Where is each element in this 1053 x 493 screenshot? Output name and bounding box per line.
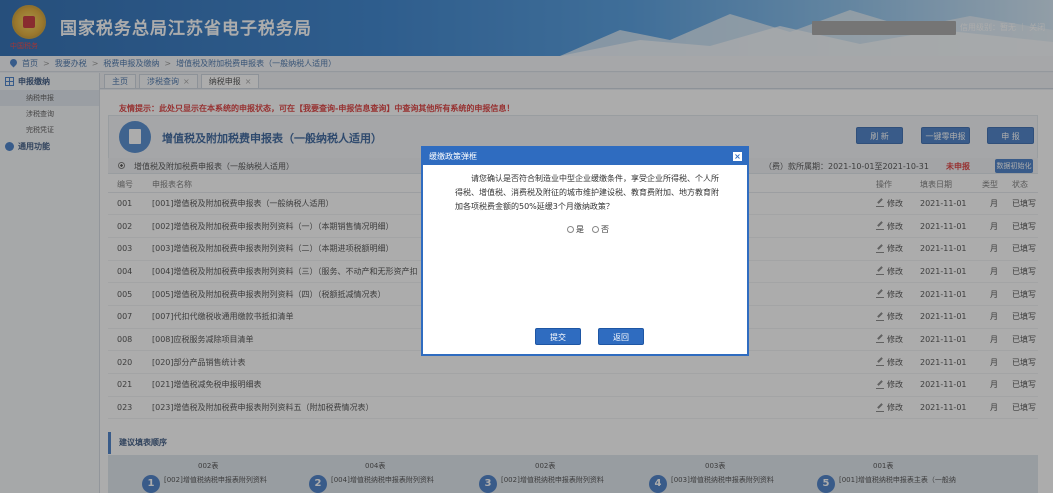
radio-no[interactable]	[592, 226, 599, 233]
modal-submit-button[interactable]: 提交	[535, 328, 581, 345]
option-no-label: 否	[601, 225, 609, 234]
option-yes-label: 是	[576, 225, 584, 234]
modal-options: 是 否	[567, 224, 609, 235]
radio-yes[interactable]	[567, 226, 574, 233]
option-no[interactable]: 否	[592, 224, 609, 235]
modal-header: 缓缴政策弹框 ×	[423, 148, 747, 165]
policy-modal: 缓缴政策弹框 × 请您确认是否符合制造业中型企业缓缴条件，享受企业所得税、个人所…	[421, 146, 749, 356]
option-yes[interactable]: 是	[567, 224, 584, 235]
modal-back-button[interactable]: 返回	[598, 328, 644, 345]
close-icon[interactable]: ×	[733, 152, 742, 161]
modal-title: 缓缴政策弹框	[429, 152, 477, 161]
modal-question: 请您确认是否符合制造业中型企业缓缴条件，享受企业所得税、个人所得税、增值税、消费…	[455, 174, 719, 211]
